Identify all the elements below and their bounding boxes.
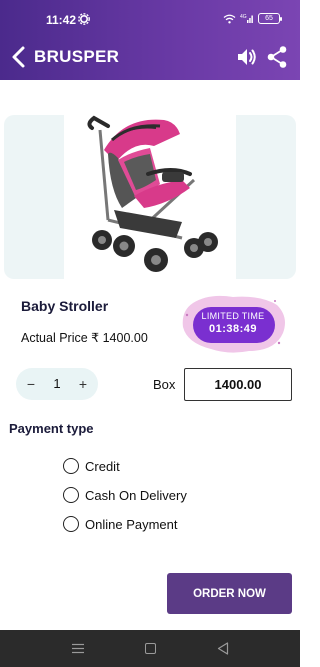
radio-button[interactable] xyxy=(63,516,79,532)
box-label: Box xyxy=(153,377,176,392)
payment-option-label: Online Payment xyxy=(85,516,178,532)
payment-option-label: Credit xyxy=(85,458,120,474)
payment-option-online[interactable]: Online Payment xyxy=(63,516,178,532)
order-now-button[interactable]: ORDER NOW xyxy=(167,573,292,614)
app-title: BRUSPER xyxy=(34,47,120,66)
payment-option-cash-on-delivery[interactable]: Cash On Delivery xyxy=(63,487,187,503)
battery-icon: 65 xyxy=(258,13,282,24)
radio-button[interactable] xyxy=(63,487,79,503)
gear-icon xyxy=(78,13,90,25)
quantity-stepper: − 1 + xyxy=(16,368,98,400)
wifi-icon xyxy=(223,14,236,23)
menu-icon[interactable] xyxy=(72,643,84,654)
limited-time-badge: LIMITED TIME 01:38:49 xyxy=(179,293,287,355)
signal-icon: 4G xyxy=(240,14,253,23)
image-carousel-left xyxy=(4,115,64,279)
back-triangle-icon[interactable] xyxy=(217,642,229,655)
stroller-image[interactable] xyxy=(64,110,236,282)
decrement-button[interactable]: − xyxy=(22,375,40,393)
home-icon[interactable] xyxy=(145,643,156,654)
product-name: Baby Stroller xyxy=(21,298,109,314)
system-nav-bar xyxy=(0,630,300,667)
actual-price: Actual Price ₹ 1400.00 xyxy=(21,331,148,345)
increment-button[interactable]: + xyxy=(74,375,92,393)
box-amount-field[interactable] xyxy=(184,368,292,401)
system-icons: 4G 65 xyxy=(223,13,282,24)
app-bar: BRUSPER xyxy=(0,38,300,80)
quantity-value: 1 xyxy=(53,376,61,391)
header: 11:42 4G 65 BRUSPER xyxy=(0,0,300,80)
image-carousel-right xyxy=(236,115,296,279)
payment-type-title: Payment type xyxy=(9,421,94,436)
payment-option-credit[interactable]: Credit xyxy=(63,458,120,474)
status-bar: 11:42 4G 65 xyxy=(0,0,300,38)
payment-option-label: Cash On Delivery xyxy=(85,487,187,503)
speaker-icon[interactable] xyxy=(236,46,258,68)
countdown-timer: 01:38:49 xyxy=(208,323,258,335)
status-time: 11:42 xyxy=(46,13,77,27)
network-label: 4G xyxy=(240,14,247,20)
share-icon[interactable] xyxy=(266,45,288,69)
limited-time-label: LIMITED TIME xyxy=(201,311,265,321)
chevron-left-icon[interactable] xyxy=(10,44,30,70)
radio-button[interactable] xyxy=(63,458,79,474)
